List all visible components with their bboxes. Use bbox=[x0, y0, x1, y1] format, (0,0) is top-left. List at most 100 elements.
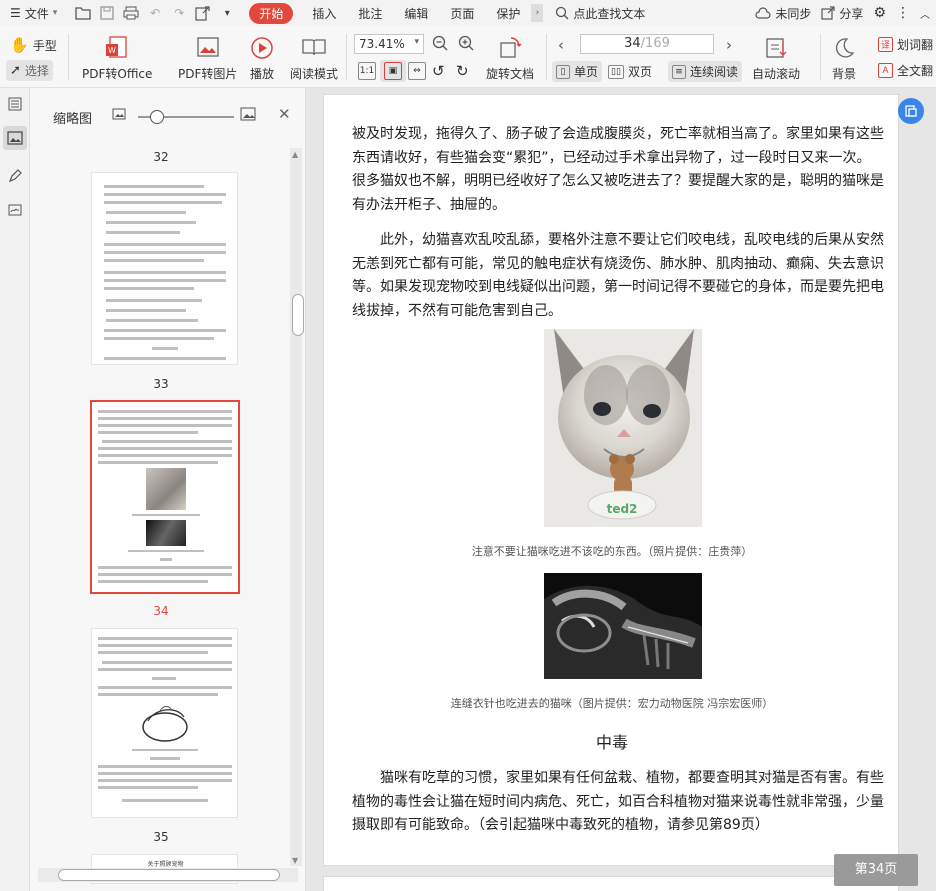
prev-page-button[interactable]: ‹ bbox=[558, 36, 564, 54]
svg-text:W: W bbox=[108, 46, 116, 55]
thumbnail-page-35[interactable] bbox=[91, 628, 238, 818]
continuous-read-button[interactable]: ≡ 连续阅读 bbox=[668, 61, 743, 82]
thumbnail-page-title: 关于照顾宠物 bbox=[147, 861, 184, 868]
zoom-in-button[interactable] bbox=[458, 35, 474, 51]
save-icon[interactable] bbox=[99, 5, 115, 21]
scroll-down-icon[interactable]: ▼ bbox=[292, 856, 298, 865]
moon-icon bbox=[830, 34, 858, 62]
play-button[interactable]: 播放 bbox=[248, 34, 276, 82]
divider bbox=[820, 34, 821, 80]
thumbnail-page-number: 33 bbox=[153, 377, 169, 391]
settings-gear-icon[interactable]: ⚙ bbox=[873, 5, 886, 21]
play-label: 播放 bbox=[249, 67, 274, 81]
double-page-button[interactable]: ▯▯ 双页 bbox=[608, 63, 652, 80]
list-icon bbox=[8, 97, 22, 111]
thumbnail-panel: 缩略图 ✕ 32 33 34 35 关于照顾宠物 ▲ ▼ bbox=[30, 88, 306, 891]
tabs-scroll-right-button[interactable]: › bbox=[531, 4, 544, 22]
tab-page[interactable]: 页面 bbox=[439, 5, 485, 22]
thumbnail-page-32[interactable] bbox=[91, 172, 238, 365]
scroll-up-icon[interactable]: ▲ bbox=[292, 150, 298, 159]
xray-photo bbox=[544, 573, 702, 679]
thumbnail-panel-button[interactable] bbox=[3, 126, 27, 150]
section-heading: 中毒 bbox=[595, 733, 628, 752]
large-image-icon[interactable] bbox=[240, 107, 256, 124]
zoom-out-icon bbox=[432, 35, 448, 51]
signature-panel-button[interactable] bbox=[3, 198, 27, 222]
sync-label: 未同步 bbox=[775, 6, 812, 21]
signature-icon bbox=[8, 204, 22, 216]
pdf-to-image-button[interactable]: PDF转图片 bbox=[178, 34, 237, 82]
pdf-to-image-label: PDF转图片 bbox=[178, 67, 238, 81]
pdf-to-office-button[interactable]: W PDF转Office bbox=[82, 34, 152, 82]
tab-protect[interactable]: 保护 bbox=[485, 5, 531, 22]
thumbnail-scroll-thumb[interactable] bbox=[292, 294, 304, 336]
tab-insert[interactable]: 插入 bbox=[301, 5, 347, 22]
rotate-document-icon bbox=[496, 34, 524, 62]
full-text-translate-button[interactable]: A 全文翻 bbox=[878, 62, 933, 79]
thumbnail-hscroll-thumb[interactable] bbox=[58, 869, 280, 881]
single-page-button[interactable]: ▯ 单页 bbox=[552, 61, 603, 82]
current-page-value: 34 bbox=[624, 36, 641, 51]
search-label: 点此查找文本 bbox=[573, 6, 646, 21]
rotate-right-button[interactable]: ↻ bbox=[456, 62, 469, 80]
fit-page-button[interactable]: ▣ bbox=[380, 60, 406, 82]
outline-panel-button[interactable] bbox=[3, 92, 27, 116]
document-area: 被及时发现，拖得久了、肠子破了会造成腹膜炎，死亡率就相当高了。家里如果有这些东西… bbox=[306, 88, 936, 891]
thumbnail-page-number: 32 bbox=[153, 150, 169, 164]
page-number-input[interactable]: 34/169 bbox=[580, 34, 714, 54]
thumbnail-page-number: 34 bbox=[153, 604, 169, 618]
thumbnail-vertical-scrollbar[interactable] bbox=[290, 148, 302, 866]
tab-edit[interactable]: 编辑 bbox=[393, 5, 439, 22]
zoom-select[interactable]: 73.41% ▾ bbox=[354, 34, 424, 54]
double-page-label: 双页 bbox=[628, 65, 653, 79]
read-mode-button[interactable]: 阅读模式 bbox=[290, 34, 338, 82]
book-icon bbox=[300, 34, 328, 62]
slider-knob[interactable] bbox=[150, 110, 164, 124]
page-indicator-badge: 第34页 bbox=[834, 854, 918, 886]
more-chevron-icon[interactable]: ▾ bbox=[219, 5, 235, 21]
next-page-button[interactable]: › bbox=[726, 36, 732, 54]
export-icon[interactable] bbox=[195, 5, 211, 21]
background-button[interactable]: 背景 bbox=[830, 34, 858, 82]
collapse-ribbon-icon[interactable]: ︿ bbox=[920, 6, 930, 21]
select-tool-button[interactable]: ➚ 选择 bbox=[6, 60, 53, 81]
floating-tool-button[interactable] bbox=[898, 98, 924, 124]
zoom-value: 73.41% bbox=[359, 37, 405, 51]
share-button[interactable]: 分享 bbox=[821, 5, 863, 22]
cloud-sync-icon bbox=[755, 7, 771, 19]
document-page: 被及时发现，拖得久了、肠子破了会造成腹膜炎，死亡率就相当高了。家里如果有这些东西… bbox=[323, 94, 899, 866]
undo-icon[interactable]: ↶ bbox=[147, 5, 163, 21]
word-lookup-button[interactable]: 译 划词翻 bbox=[878, 36, 933, 53]
auto-scroll-button[interactable]: 自动滚动 bbox=[752, 34, 800, 82]
small-image-icon[interactable] bbox=[112, 108, 126, 123]
annotation-panel-button[interactable] bbox=[3, 164, 27, 188]
file-menu-label: 文件 bbox=[24, 6, 49, 21]
search-box[interactable]: 点此查找文本 bbox=[555, 5, 645, 22]
redo-icon[interactable]: ↷ bbox=[171, 5, 187, 21]
document-switch-icon bbox=[905, 105, 917, 117]
more-dots-icon[interactable]: ⋮ bbox=[896, 5, 910, 21]
open-folder-icon[interactable] bbox=[75, 5, 91, 21]
tab-annotate[interactable]: 批注 bbox=[347, 5, 393, 22]
hand-tool-button[interactable]: ✋ 手型 bbox=[10, 36, 57, 54]
tab-start[interactable]: 开始 bbox=[249, 2, 294, 24]
cat-photo: ted2 bbox=[544, 329, 702, 527]
thumbnail-page-34-selected[interactable] bbox=[90, 400, 240, 594]
thumbnail-cat-photo bbox=[146, 468, 186, 510]
document-vertical-scrollbar[interactable] bbox=[918, 88, 936, 891]
zoom-out-button[interactable] bbox=[432, 35, 448, 51]
menubar-right: 未同步 分享 ⚙ ⋮ ︿ bbox=[755, 0, 930, 26]
rotate-document-button[interactable]: 旋转文档 bbox=[486, 34, 534, 82]
share-label: 分享 bbox=[839, 6, 864, 21]
sync-button[interactable]: 未同步 bbox=[755, 5, 811, 22]
pdf-to-image-icon bbox=[194, 34, 222, 62]
rotate-left-button[interactable]: ↺ bbox=[432, 62, 445, 80]
print-icon[interactable] bbox=[123, 5, 139, 21]
actual-size-button[interactable]: 1:1 bbox=[358, 62, 376, 80]
next-document-page bbox=[323, 876, 899, 891]
single-page-label: 单页 bbox=[574, 65, 599, 79]
close-icon[interactable]: ✕ bbox=[278, 105, 291, 123]
fit-width-button[interactable]: ⇔ bbox=[408, 62, 426, 80]
file-menu[interactable]: ☰ 文件 ▾ bbox=[4, 5, 63, 22]
double-page-icon: ▯▯ bbox=[608, 64, 624, 79]
